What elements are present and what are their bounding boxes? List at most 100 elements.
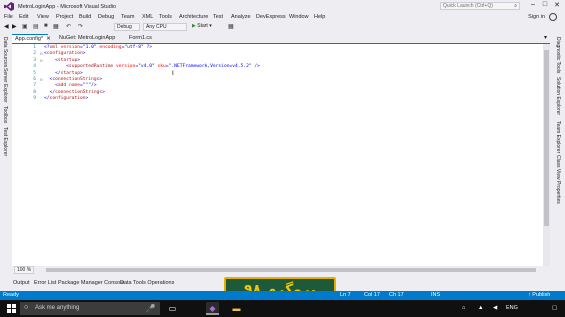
undo-icon[interactable]: ↶ (66, 23, 71, 30)
minimize-button[interactable]: – (527, 1, 539, 8)
tab-toolbox[interactable]: Toolbox (2, 106, 8, 123)
start-debugging-button[interactable]: ▶ Start ▾ (192, 23, 212, 29)
task-view-icon[interactable]: ▭ (166, 302, 179, 315)
tab-form1[interactable]: Form1.cs (126, 34, 156, 43)
tab-data-tools-operations[interactable]: Data Tools Operations (120, 280, 174, 286)
menu-analyze[interactable]: Analyze (231, 14, 251, 20)
redo-icon[interactable]: ↷ (78, 23, 83, 30)
menu-team[interactable]: Team (121, 14, 134, 20)
quick-launch-input[interactable]: Quick Launch (Ctrl+Q) ⌕ (440, 2, 520, 10)
menu-edit[interactable]: Edit (19, 14, 28, 20)
code-text: <add name="""/> (44, 83, 97, 88)
tab-output[interactable]: Output (13, 280, 30, 286)
code-editor[interactable]: I 1 <?xml version="1.0" encoding="utf-8" … (12, 44, 543, 266)
code-token: /> (91, 83, 97, 89)
status-line: Ln 7 (340, 292, 351, 298)
vertical-scrollbar[interactable] (543, 44, 550, 266)
menu-project[interactable]: Project (56, 14, 73, 20)
title-bar: MetroLoginApp - Microsoft Visual Studio … (0, 0, 565, 13)
menu-test[interactable]: Test (213, 14, 223, 20)
account-icon[interactable] (549, 13, 557, 21)
tab-data-sources[interactable]: Data Sources (2, 37, 8, 67)
publish-label: Publish (532, 292, 551, 298)
tab-overflow-chevron-icon[interactable]: ▾ (544, 34, 547, 41)
tab-app-config[interactable]: App.config* ✕ (12, 34, 51, 43)
tab-server-explorer[interactable]: Server Explorer (2, 68, 8, 103)
status-column: Col 17 (364, 292, 380, 298)
language-indicator[interactable]: ENG (506, 305, 518, 311)
code-token: > (80, 70, 83, 76)
visual-studio-logo-icon (4, 2, 14, 11)
tab-properties[interactable]: Properties (555, 181, 561, 204)
network-icon[interactable]: ▲ (478, 305, 483, 311)
notifications-icon[interactable]: ▢ (552, 305, 557, 311)
publish-button[interactable]: ↑ Publish (528, 292, 550, 298)
solution-configuration-select[interactable]: Debug (114, 23, 140, 31)
solution-platform-select[interactable]: Any CPU (143, 23, 187, 31)
visual-studio-taskbar-icon[interactable]: ◆ (206, 302, 219, 315)
code-text: <supportedRuntime version="v4.0" sku=".N… (44, 64, 260, 69)
fold-toggle-icon[interactable]: ⊟ (40, 58, 42, 63)
menu-tools[interactable]: Tools (159, 14, 172, 20)
code-token: utf-8 (127, 45, 141, 50)
tab-package-manager-console[interactable]: Package Manager Console (58, 280, 124, 286)
tab-diagnostic-tools[interactable]: Diagnostic Tools (555, 37, 561, 73)
save-icon[interactable]: ■ (44, 23, 48, 29)
menu-window[interactable]: Window (289, 14, 309, 20)
microphone-icon[interactable]: 🎤 (144, 302, 157, 315)
menu-debug[interactable]: Debug (98, 14, 114, 20)
status-insert-mode: INS (431, 292, 441, 298)
people-icon[interactable]: ⌂ (462, 305, 465, 311)
code-token: ?> (143, 45, 153, 50)
menu-xml[interactable]: XML (142, 14, 153, 20)
menu-help[interactable]: Help (314, 14, 325, 20)
fold-toggle-icon[interactable]: ⊟ (40, 51, 42, 56)
back-icon[interactable]: ◀ (4, 23, 9, 30)
windows-start-icon[interactable] (7, 304, 16, 313)
solution-platform-value: Any CPU (146, 24, 167, 30)
open-file-icon[interactable]: ▤ (33, 23, 39, 30)
horizontal-scrollbar-thumb[interactable] (46, 268, 536, 272)
tab-class-view[interactable]: Class View (555, 155, 561, 180)
save-all-icon[interactable]: ▦ (53, 23, 59, 30)
code-line[interactable]: 9 </configuration> (12, 96, 543, 103)
menu-build[interactable]: Build (79, 14, 91, 20)
sign-in-link[interactable]: Sign in (528, 14, 545, 20)
windows-taskbar: ○ Ask me anything 🎤 ▭ ◆ ▬ ⌂ ▲ ◀ ENG ▢ (0, 300, 565, 317)
tab-solution-explorer[interactable]: Solution Explorer (555, 77, 561, 115)
menu-devexpress[interactable]: DevExpress (256, 14, 286, 20)
play-icon: ▶ (192, 23, 196, 29)
tab-label: Form1.cs (129, 35, 152, 41)
tab-nuget[interactable]: NuGet: MetroLoginApp (56, 34, 120, 43)
vertical-scrollbar-thumb[interactable] (544, 50, 549, 226)
forward-icon[interactable]: ▶ (12, 23, 17, 30)
close-tab-icon[interactable]: ✕ (46, 36, 51, 42)
right-tool-strip: Diagnostic Tools Solution Explorer Team … (552, 33, 565, 263)
close-button[interactable]: ✕ (551, 1, 563, 9)
start-label: Start (197, 23, 208, 29)
maximize-button[interactable]: □ (539, 1, 551, 8)
code-token: startup (60, 70, 80, 76)
new-project-icon[interactable]: ▣ (22, 23, 28, 30)
code-token: xml (49, 45, 58, 50)
zoom-select[interactable]: 100 % (14, 266, 35, 274)
line-number: 1 (33, 45, 36, 50)
menu-architecture[interactable]: Architecture (179, 14, 208, 20)
tab-team-explorer[interactable]: Team Explorer (555, 121, 561, 153)
toolbar-extra-icon[interactable]: ▦ (228, 23, 234, 30)
line-number: 4 (33, 64, 36, 70)
menu-file[interactable]: File (4, 14, 13, 20)
tab-label: NuGet: MetroLoginApp (59, 35, 116, 41)
volume-icon[interactable]: ◀ (493, 305, 497, 311)
file-explorer-icon[interactable]: ▬ (230, 302, 243, 315)
code-token: 1.0 (85, 45, 94, 50)
cortana-search-input[interactable]: ○ Ask me anything (20, 302, 160, 315)
menu-view[interactable]: View (37, 14, 49, 20)
line-number: 7 (33, 83, 36, 89)
code-token: connectionStrings (52, 77, 100, 82)
search-icon: ○ (24, 304, 29, 311)
fold-toggle-icon[interactable]: ⊟ (40, 77, 42, 82)
tab-test-explorer[interactable]: Test Explorer (2, 127, 8, 156)
tab-error-list[interactable]: Error List (34, 280, 56, 286)
